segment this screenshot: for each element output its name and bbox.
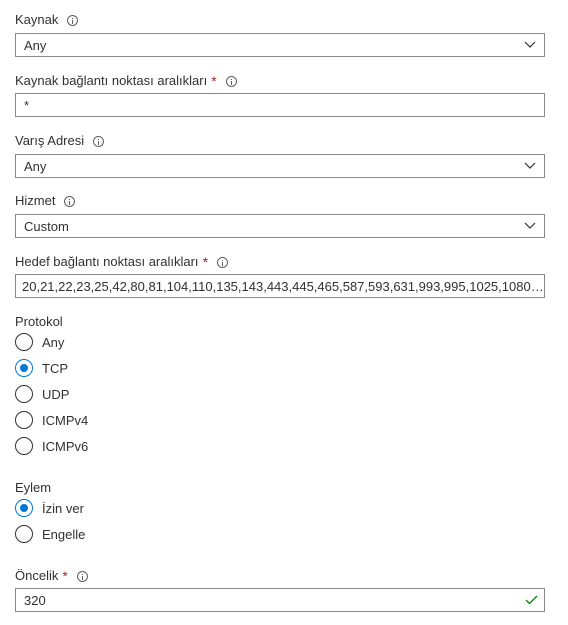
chevron-down-icon [524, 160, 536, 172]
protocol-option-icmpv6[interactable]: ICMPv6 [15, 437, 88, 455]
action-option-deny[interactable]: Engelle [15, 525, 85, 543]
protocol-label: Protokol [15, 314, 63, 329]
priority-label: Öncelik * [15, 568, 88, 584]
info-icon[interactable] [76, 570, 88, 582]
required-mark: * [211, 73, 217, 89]
radio-button[interactable] [15, 525, 33, 543]
radio-button[interactable] [15, 385, 33, 403]
destination-label: Varış Adresi [15, 133, 105, 149]
info-icon[interactable] [93, 135, 105, 147]
radio-button[interactable] [15, 437, 33, 455]
info-icon[interactable] [225, 75, 237, 87]
source-port-input[interactable]: * [15, 93, 545, 117]
destination-port-value: 20,21,22,23,25,42,80,81,104,110,135,143,… [22, 278, 544, 294]
radio-button[interactable] [15, 333, 33, 351]
required-mark: * [202, 254, 209, 270]
info-icon[interactable] [64, 195, 76, 207]
action-option-allow[interactable]: İzin ver [15, 499, 84, 517]
service-dropdown[interactable]: Custom [15, 214, 545, 238]
chevron-down-icon [524, 220, 536, 232]
service-label: Hizmet [15, 193, 76, 209]
source-label: Kaynak [15, 12, 79, 28]
source-value: Any [24, 37, 47, 53]
source-port-value: * [24, 97, 30, 113]
protocol-option-udp[interactable]: UDP [15, 385, 69, 403]
protocol-option-any[interactable]: Any [15, 333, 64, 351]
protocol-option-icmpv4[interactable]: ICMPv4 [15, 411, 88, 429]
destination-value: Any [24, 158, 47, 174]
checkmark-icon [524, 593, 538, 607]
radio-button-selected[interactable] [15, 359, 33, 377]
radio-button[interactable] [15, 411, 33, 429]
destination-dropdown[interactable]: Any [15, 154, 545, 178]
required-mark: * [62, 568, 68, 584]
source-dropdown[interactable]: Any [15, 33, 545, 57]
priority-value: 320 [24, 592, 46, 608]
info-icon[interactable] [217, 256, 229, 268]
source-port-label: Kaynak bağlantı noktası aralıkları * [15, 73, 237, 89]
info-icon[interactable] [67, 14, 79, 26]
radio-button-selected[interactable] [15, 499, 33, 517]
action-label: Eylem [15, 480, 52, 495]
service-value: Custom [24, 218, 69, 234]
destination-port-input[interactable]: 20,21,22,23,25,42,80,81,104,110,135,143,… [15, 274, 545, 298]
chevron-down-icon [524, 39, 536, 51]
priority-input[interactable]: 320 [15, 588, 545, 612]
destination-port-label: Hedef bağlantı noktası aralıkları * [15, 254, 229, 270]
protocol-option-tcp[interactable]: TCP [15, 359, 68, 377]
